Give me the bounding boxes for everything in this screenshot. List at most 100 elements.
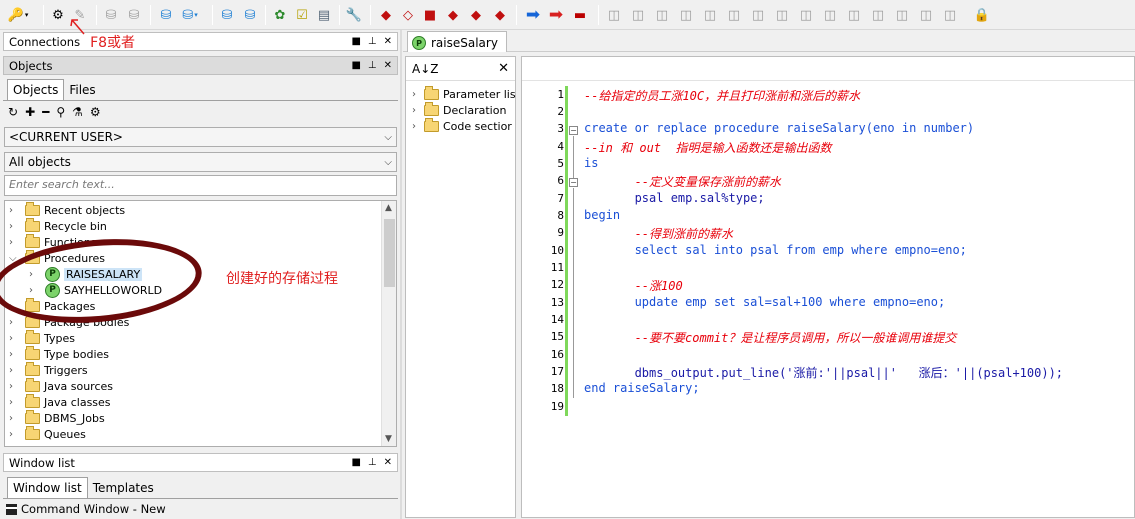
tree-scrollbar[interactable]: ▲ ▼ (381, 201, 396, 446)
tab-files[interactable]: Files (64, 80, 100, 100)
pin-icon[interactable]: ⊥ (368, 457, 377, 468)
close-icon[interactable]: ✕ (498, 61, 509, 76)
filter-edit-icon[interactable]: ⚙ (90, 105, 101, 119)
chevron-right-icon[interactable]: › (9, 429, 19, 440)
obj1-icon[interactable]: ◆ (376, 5, 396, 25)
cube-icon[interactable]: ■ (420, 5, 440, 25)
add-icon[interactable]: ✚ (25, 105, 35, 119)
remove-icon[interactable]: ━ (42, 105, 49, 119)
outline-item[interactable]: › Declaration (412, 102, 516, 118)
chevron-right-icon[interactable]: › (9, 413, 19, 424)
line-number: 19 (550, 400, 564, 413)
filter-icon[interactable]: ⚗ (72, 105, 83, 119)
obj5-icon[interactable]: ◆ (466, 5, 486, 25)
report-icon[interactable]: ▤ (314, 5, 334, 25)
line-number: 4 (557, 140, 564, 153)
chevron-right-icon[interactable]: › (9, 205, 19, 216)
scroll-up-icon[interactable]: ▲ (385, 203, 392, 213)
binoculars-icon[interactable]: ⚲ (56, 105, 65, 119)
stop-icon[interactable]: ⛁ (240, 5, 260, 25)
obj6-icon[interactable]: ◆ (490, 5, 510, 25)
tree-item[interactable]: › Recent objects (9, 201, 125, 218)
disabled-tool-icon: ◫ (607, 7, 621, 23)
pin-icon[interactable]: ⊥ (368, 60, 377, 71)
chevron-right-icon[interactable]: › (412, 121, 422, 132)
restore-icon[interactable]: ■ (351, 457, 360, 468)
gear-icon[interactable]: ⚙ (48, 5, 68, 25)
chevron-right-icon[interactable]: › (412, 105, 422, 116)
filter-combo[interactable]: All objects ⌵ (4, 152, 397, 172)
outline-item[interactable]: › Code sectior (412, 118, 516, 134)
folder-icon (424, 118, 439, 132)
truck-icon[interactable]: ▬ (570, 5, 590, 25)
window-list-item[interactable]: Command Window - New (6, 502, 166, 516)
chevron-right-icon[interactable]: › (9, 365, 19, 376)
code-editor[interactable]: 1 2 3 4 5 6 7 8 9 10 11 12 13 14 15 16 1… (521, 56, 1135, 518)
db-sql-icon[interactable]: ⛁ (156, 5, 176, 25)
obj4-icon[interactable]: ◆ (443, 5, 463, 25)
chevron-right-icon[interactable]: › (9, 237, 19, 248)
sort-az-icon[interactable]: A↓Z (412, 62, 438, 76)
tree-item[interactable]: › DBMS_Jobs (9, 409, 105, 426)
tree-item[interactable]: › Java classes (9, 393, 111, 410)
tree-item-label: Triggers (44, 363, 88, 377)
scroll-thumb[interactable] (384, 219, 395, 287)
tab-raisesalary[interactable]: P raiseSalary (407, 31, 507, 52)
window-list-item-label: Command Window - New (21, 502, 166, 516)
tree-item[interactable]: › Type bodies (9, 345, 109, 362)
code-line: --涨100 (584, 279, 683, 293)
tab-templates[interactable]: Templates (88, 478, 159, 498)
disabled-tool-icon: ◫ (703, 7, 717, 23)
key-icon[interactable]: 🔑 ▾ (8, 5, 29, 25)
window-list-header: Window list ■ ⊥ ✕ (3, 453, 398, 472)
check-icon[interactable]: ☑ (292, 5, 312, 25)
db-icon[interactable]: ⛁ (101, 5, 121, 25)
chevron-right-icon[interactable]: › (9, 221, 19, 232)
line-number: 8 (557, 209, 564, 222)
tree-item[interactable]: › Triggers (9, 361, 88, 378)
arrow-blue-icon[interactable]: ➡ (523, 5, 543, 25)
chevron-right-icon[interactable]: › (9, 333, 19, 344)
close-icon[interactable]: ✕ (384, 36, 392, 47)
close-icon[interactable]: ✕ (384, 60, 392, 71)
chevron-right-icon[interactable]: › (412, 89, 422, 100)
execute-icon[interactable]: ⛁ (217, 5, 237, 25)
wrench-icon[interactable]: 🔧 (344, 5, 364, 25)
tree-item-label: Java classes (44, 395, 111, 409)
disabled-tool-icon: ◫ (799, 7, 813, 23)
line-number: 14 (550, 313, 564, 326)
pin-icon[interactable]: ⊥ (368, 36, 377, 47)
refresh-icon[interactable]: ↻ (8, 105, 18, 119)
tools-icon[interactable]: ✿ (270, 5, 290, 25)
arrow-red-icon[interactable]: ➡ (546, 5, 566, 25)
chevron-right-icon[interactable]: › (9, 349, 19, 360)
folder-icon (25, 329, 40, 344)
db-up-icon[interactable]: ⛁ (124, 5, 144, 25)
annotation-arrow (70, 19, 85, 35)
scroll-down-icon[interactable]: ▼ (385, 434, 392, 444)
tree-item[interactable]: › Queues (9, 425, 86, 442)
fold-toggle-icon[interactable]: − (569, 178, 578, 187)
user-combo[interactable]: <CURRENT USER> ⌵ (4, 127, 397, 147)
db-sql2-icon[interactable]: ⛁ ▾ (180, 5, 200, 25)
close-icon[interactable]: ✕ (384, 457, 392, 468)
chevron-right-icon[interactable]: › (9, 317, 19, 328)
tree-item[interactable]: › Java sources (9, 377, 113, 394)
lock-icon[interactable]: 🔒 (972, 5, 992, 25)
line-number: 7 (557, 192, 564, 205)
disabled-tool-icon: ◫ (631, 7, 645, 23)
object-tree[interactable]: › Recent objects › Recycle bin › Functions … (4, 200, 397, 447)
chevron-right-icon[interactable]: › (9, 381, 19, 392)
eraser-icon[interactable]: ◇ (398, 5, 418, 25)
chevron-right-icon[interactable]: › (9, 397, 19, 408)
tree-item[interactable]: › Types (9, 329, 75, 346)
fold-toggle-icon[interactable]: − (569, 126, 578, 135)
tree-item[interactable]: › Recycle bin (9, 217, 107, 234)
tab-window-list[interactable]: Window list (7, 477, 88, 498)
outline-item[interactable]: › Parameter lis (412, 86, 516, 102)
disabled-tool-icon: ◫ (655, 7, 669, 23)
search-input[interactable]: Enter search text... (4, 175, 397, 196)
restore-icon[interactable]: ■ (351, 60, 360, 71)
restore-icon[interactable]: ■ (351, 36, 360, 47)
tab-objects[interactable]: Objects (7, 79, 65, 100)
